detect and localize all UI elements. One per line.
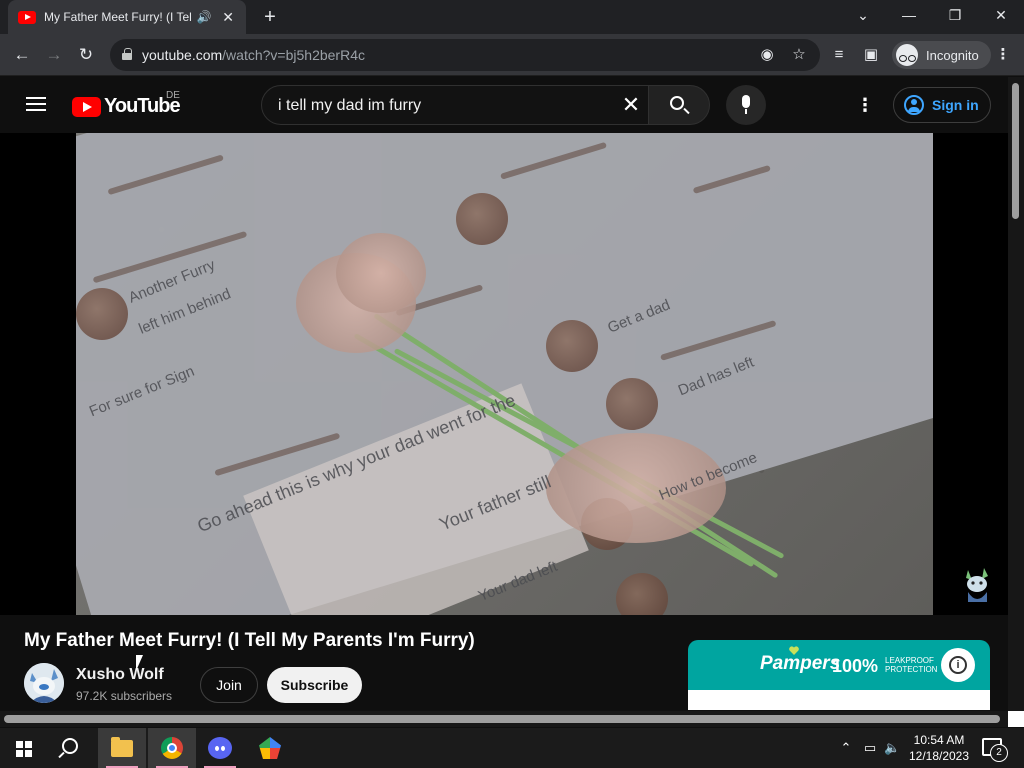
- video-player[interactable]: Another Furry left him behind For sure f…: [0, 133, 1008, 615]
- address-bar[interactable]: youtube.com/watch?v=bj5h2berR4c ◉ ☆: [110, 39, 820, 71]
- notification-count: 2: [990, 744, 1008, 762]
- companion-ad[interactable]: Pampers 100% LEAKPROOF PROTECTION i: [688, 640, 990, 710]
- ad-brand: Pampers: [760, 653, 841, 674]
- chrome-icon: [161, 737, 183, 759]
- tracking-blocked-icon[interactable]: ◉: [756, 45, 778, 65]
- ad-headline: 100%: [832, 656, 879, 676]
- tab-close-icon[interactable]: ✕: [220, 9, 236, 26]
- clear-search-icon[interactable]: ✕: [618, 92, 644, 118]
- chrome-taskbar-button[interactable]: [148, 728, 196, 768]
- tab-audio-icon[interactable]: 🔊: [197, 10, 213, 24]
- youtube-masthead: YouTube DE i tell my dad im furry ✕ ⋮ Si…: [0, 77, 1008, 133]
- taskbar-search-button[interactable]: [48, 728, 96, 768]
- restore-button[interactable]: ❐: [932, 0, 978, 30]
- incognito-badge[interactable]: Incognito: [892, 41, 991, 69]
- tab-title: My Father Meet Furry! (I Tell My Parents…: [44, 10, 191, 24]
- back-button[interactable]: ←: [8, 41, 36, 69]
- start-button[interactable]: [0, 728, 48, 768]
- sign-in-button[interactable]: Sign in: [893, 87, 991, 123]
- url-text[interactable]: youtube.com/watch?v=bj5h2berR4c: [142, 47, 365, 63]
- page-scrollbar-thumb[interactable]: [1012, 83, 1019, 219]
- page-scrollbar[interactable]: [1008, 77, 1024, 727]
- incognito-label: Incognito: [926, 47, 979, 63]
- bookmark-star-icon[interactable]: ☆: [788, 45, 810, 65]
- file-explorer-button[interactable]: [98, 728, 146, 768]
- volume-muted-icon[interactable]: 🔈: [884, 740, 900, 756]
- search-icon: [670, 96, 684, 110]
- coin: [546, 320, 598, 372]
- info-icon: i: [949, 656, 967, 674]
- search-query[interactable]: i tell my dad im furry: [278, 97, 421, 115]
- media-control-icon[interactable]: ≡: [828, 44, 850, 66]
- incognito-icon: [896, 44, 918, 66]
- coin: [76, 288, 128, 340]
- search-icon: [62, 738, 78, 754]
- subscribe-button[interactable]: Subscribe: [267, 667, 362, 703]
- system-clock[interactable]: 10:54 AM 12/18/2023: [904, 732, 974, 764]
- gemini-taskbar-button[interactable]: [246, 728, 294, 768]
- subscriber-count: 97.2K subscribers: [76, 689, 173, 703]
- youtube-logo[interactable]: YouTube: [72, 95, 181, 118]
- search-button[interactable]: [648, 85, 710, 125]
- video-frame[interactable]: Another Furry left him behind For sure f…: [76, 133, 933, 615]
- reload-button[interactable]: ↻: [72, 41, 100, 69]
- discord-icon: [208, 737, 232, 759]
- side-panel-icon[interactable]: ▣: [860, 44, 882, 66]
- tray-overflow-icon[interactable]: ⌃: [838, 740, 854, 756]
- windows-logo-icon: [16, 741, 32, 757]
- coin: [606, 378, 658, 430]
- ad-banner-top[interactable]: Pampers 100% LEAKPROOF PROTECTION i: [688, 640, 990, 690]
- coin: [456, 193, 508, 245]
- ad-claim: LEAKPROOF PROTECTION: [885, 656, 938, 674]
- account-icon: [904, 95, 924, 115]
- mouse-cursor-icon: [136, 655, 143, 671]
- clock-time: 10:54 AM: [913, 733, 965, 747]
- lock-icon[interactable]: [122, 48, 132, 60]
- channel-name[interactable]: Xusho Wolf: [76, 666, 164, 684]
- youtube-play-logo-icon: [72, 96, 101, 117]
- close-window-button[interactable]: ✕: [978, 0, 1024, 30]
- file-explorer-icon: [111, 737, 133, 757]
- channel-avatar[interactable]: [24, 663, 64, 703]
- settings-menu-icon[interactable]: ⋮: [856, 95, 874, 115]
- sign-in-label: Sign in: [932, 97, 979, 113]
- horizontal-scrollbar[interactable]: [0, 711, 1008, 727]
- flower: [336, 233, 426, 313]
- scrollbar-corner: [1008, 711, 1024, 727]
- channel-watermark-icon[interactable]: [960, 566, 994, 604]
- channel-avatar-icon: [24, 663, 64, 703]
- minimize-button[interactable]: —: [886, 0, 932, 30]
- clock-date: 12/18/2023: [908, 749, 970, 763]
- voice-search-button[interactable]: [726, 85, 766, 125]
- video-title: My Father Meet Furry! (I Tell My Parents…: [24, 630, 475, 651]
- browser-tab[interactable]: My Father Meet Furry! (I Tell My Parents…: [8, 0, 246, 34]
- tab-search-icon[interactable]: ⌄: [840, 0, 886, 30]
- region-code: DE: [166, 90, 180, 101]
- horizontal-scrollbar-thumb[interactable]: [4, 715, 1000, 723]
- guide-menu-icon[interactable]: [26, 97, 46, 111]
- youtube-favicon-icon: [18, 10, 36, 24]
- ad-info-button[interactable]: i: [941, 648, 975, 682]
- forward-button[interactable]: →: [40, 41, 68, 69]
- discord-taskbar-button[interactable]: [196, 728, 244, 768]
- network-icon[interactable]: ▭: [862, 740, 878, 756]
- join-button[interactable]: Join: [200, 667, 258, 703]
- ad-banner-bottom: [688, 690, 990, 710]
- search-input[interactable]: i tell my dad im furry ✕: [261, 85, 649, 125]
- new-tab-button[interactable]: +: [258, 5, 282, 29]
- browser-toolbar: ← → ↻ youtube.com/watch?v=bj5h2berR4c ◉ …: [0, 34, 1024, 76]
- gemini-icon: [259, 737, 281, 759]
- microphone-icon: [742, 95, 750, 114]
- windows-taskbar: ⌃ ▭ 🔈 10:54 AM 12/18/2023 2: [0, 728, 1024, 768]
- browser-titlebar: My Father Meet Furry! (I Tell My Parents…: [0, 0, 1024, 34]
- browser-menu-icon[interactable]: ⋮: [992, 44, 1014, 66]
